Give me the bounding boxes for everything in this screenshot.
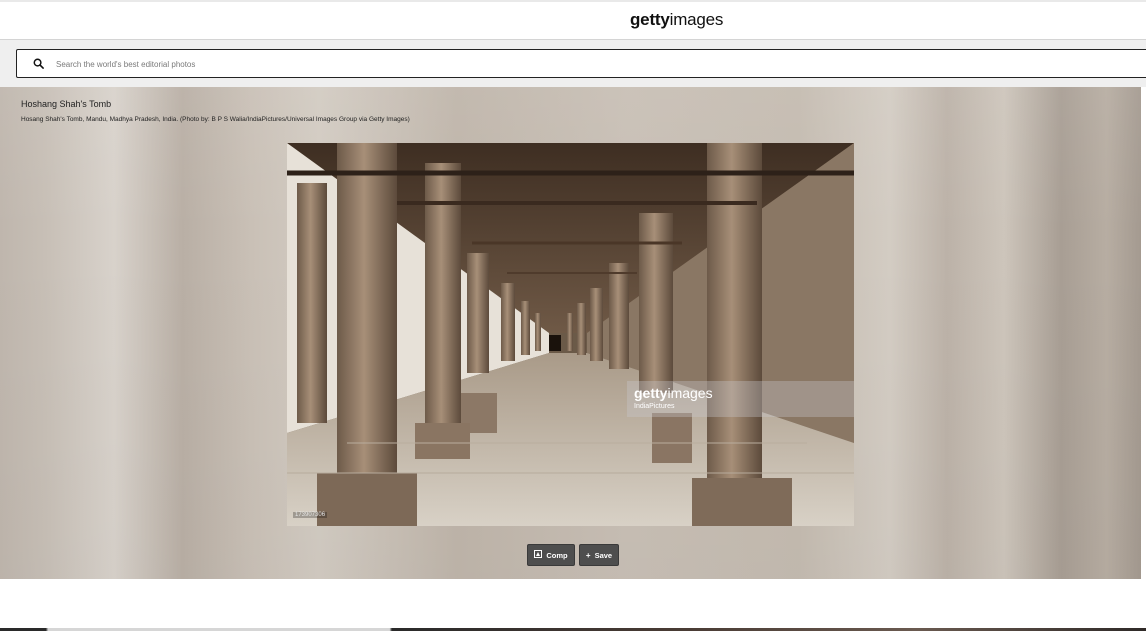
- comp-button[interactable]: Comp: [527, 544, 575, 566]
- colonnade-photo-image: [287, 143, 854, 526]
- search-box[interactable]: [16, 49, 1146, 78]
- watermark-logo: gettyimages: [634, 385, 713, 401]
- comp-icon: [534, 550, 543, 560]
- photo-detail-hero: Hoshang Shah's Tomb Hosang Shah's Tomb, …: [0, 87, 1141, 579]
- logo-regular-part: images: [669, 10, 724, 29]
- search-icon[interactable]: [33, 58, 44, 69]
- watermark-credit: IndiaPictures: [634, 403, 675, 410]
- main-photo[interactable]: gettyimages IndiaPictures 173907306: [287, 143, 854, 526]
- logo-bold-part: getty: [630, 10, 670, 29]
- site-header: gettyimages: [0, 0, 1146, 40]
- watermark-logo-bold-part: getty: [634, 385, 668, 401]
- save-button[interactable]: + Save: [579, 544, 619, 566]
- search-band: [0, 40, 1146, 87]
- photo-id: 173907306: [293, 512, 328, 518]
- comp-label: Comp: [546, 550, 568, 560]
- photo-caption: Hosang Shah's Tomb, Mandu, Madhya Prades…: [21, 116, 410, 123]
- gettyimages-logo[interactable]: gettyimages: [630, 10, 723, 30]
- search-input[interactable]: [54, 54, 1058, 75]
- photo-title: Hoshang Shah's Tomb: [21, 99, 112, 109]
- save-label: Save: [594, 550, 613, 560]
- watermark: gettyimages IndiaPictures: [627, 381, 854, 417]
- watermark-logo-regular-part: images: [667, 385, 713, 401]
- plus-icon: +: [585, 550, 591, 560]
